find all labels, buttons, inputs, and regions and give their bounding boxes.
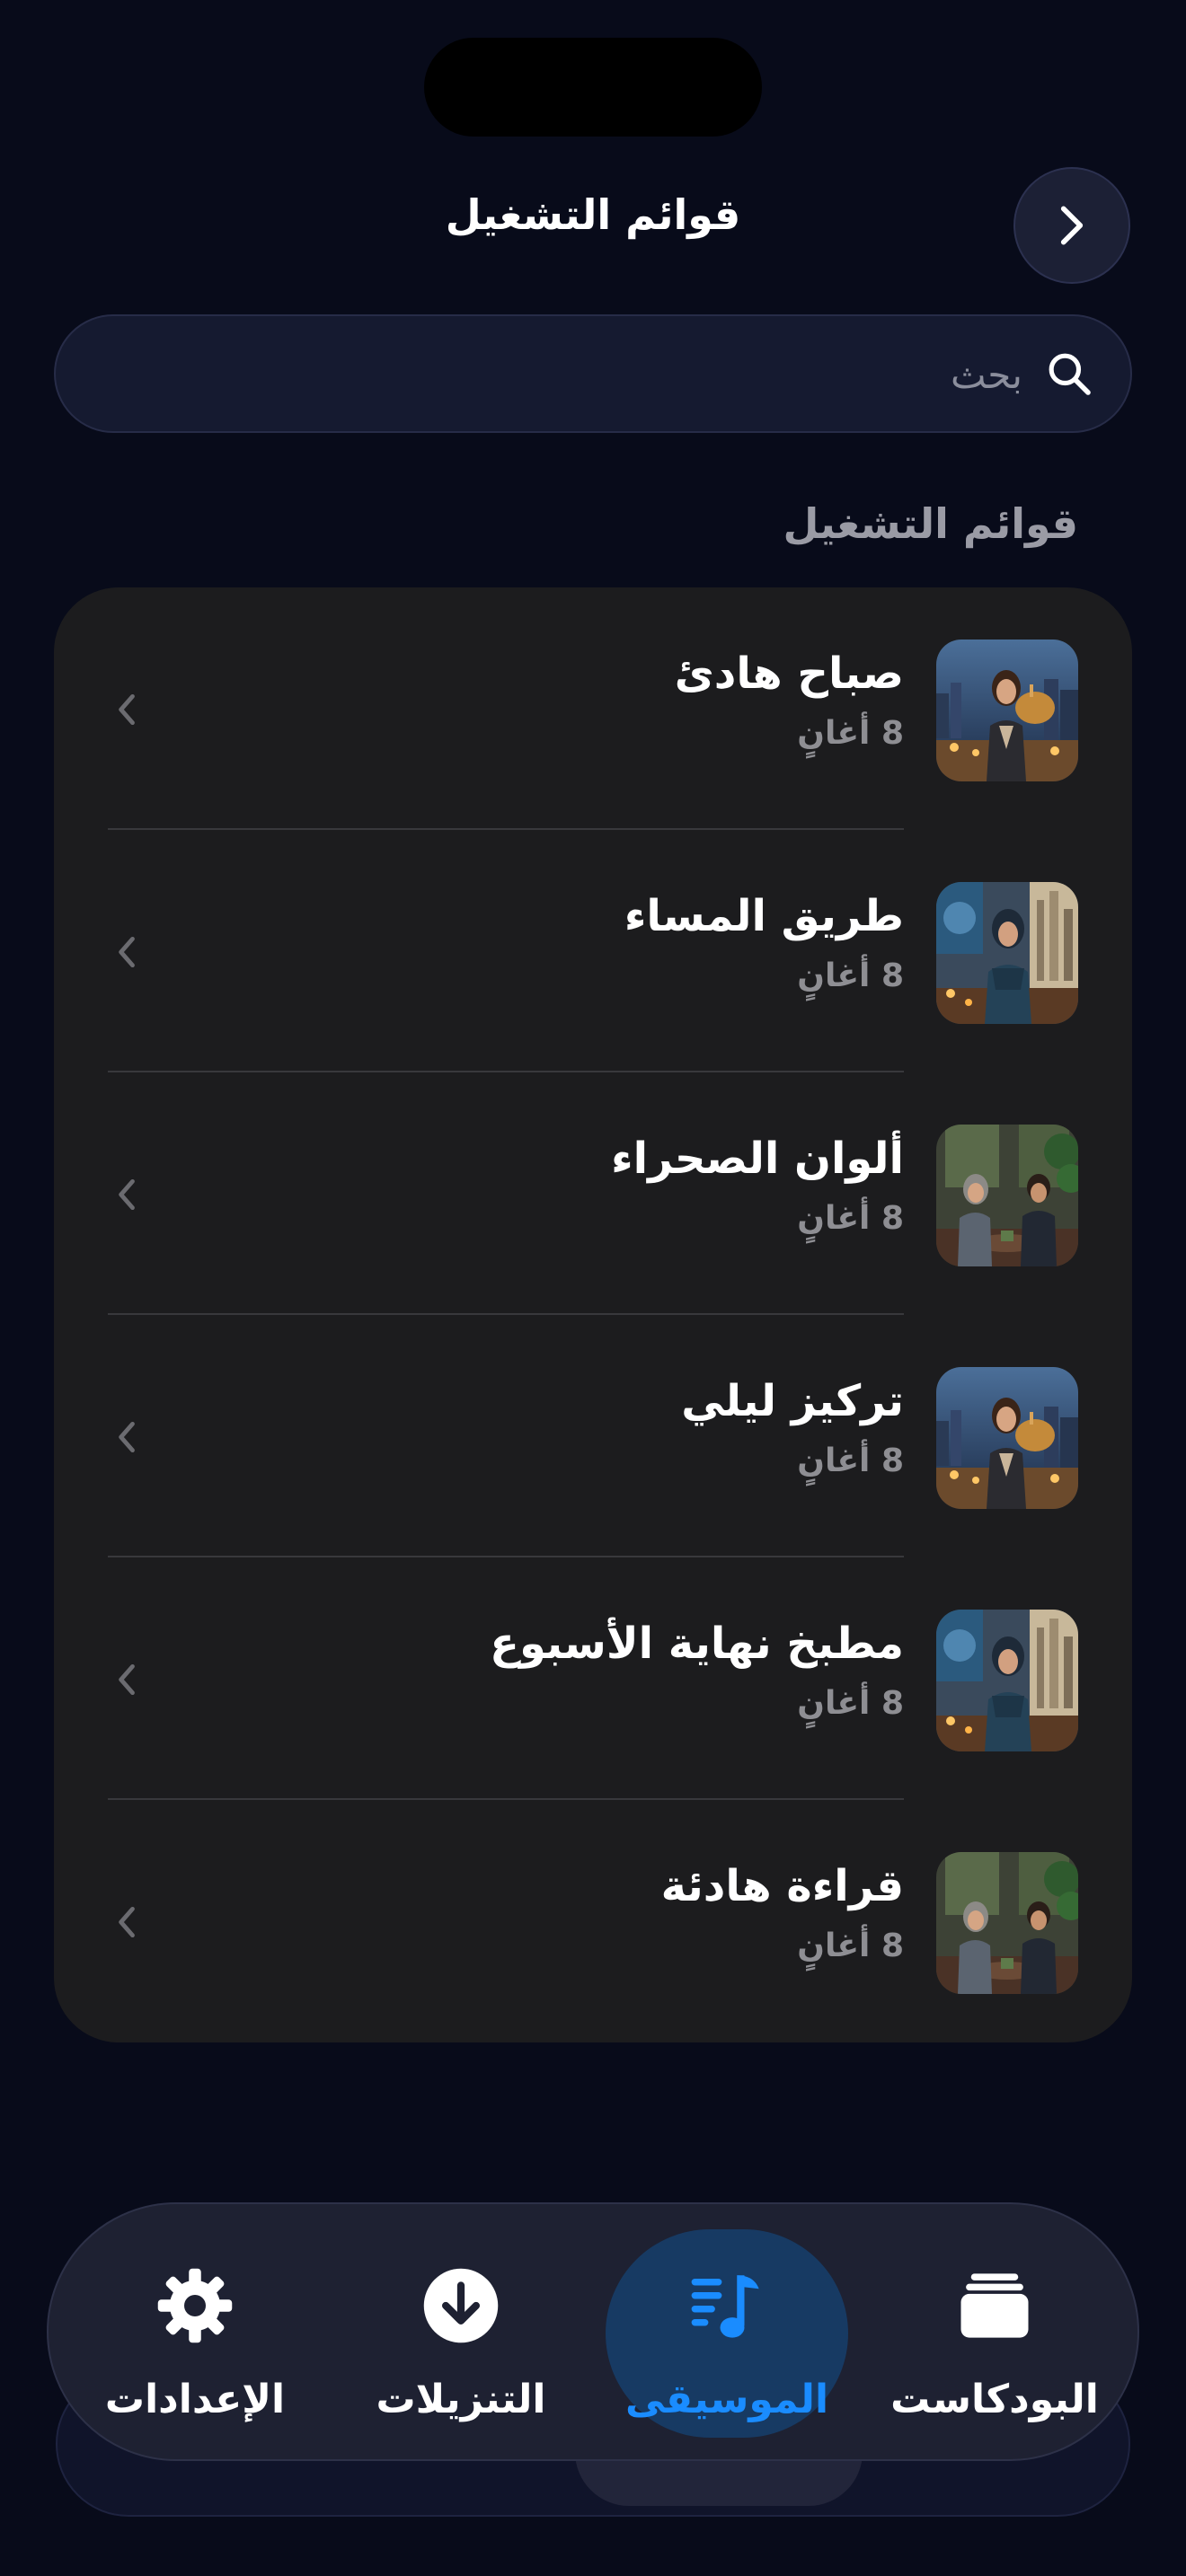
playlist-title: ألوان الصحراء: [611, 1134, 904, 1184]
tab-label: البودكاست: [890, 2377, 1099, 2422]
playlist-title: صباح هادئ: [674, 648, 904, 699]
playlist-song-count: 8 أغانٍ: [797, 1928, 904, 1964]
section-title: قوائم التشغيل: [783, 499, 1078, 548]
tab-podcasts[interactable]: البودكاست: [873, 2229, 1116, 2438]
playlist-artwork: [936, 1125, 1078, 1266]
artwork-woman-city-icon: [936, 640, 1078, 781]
back-button[interactable]: [1013, 167, 1130, 284]
playlist-title: قراءة هادئة: [660, 1861, 904, 1911]
chevron-left-icon: [119, 1421, 135, 1453]
tab-bar: البودكاست الموسيقى التنزيلات الإعدادات: [47, 2202, 1139, 2461]
chevron-left-icon: [119, 936, 135, 968]
chevron-right-icon: [1060, 206, 1084, 245]
search-icon: [1049, 353, 1091, 395]
tab-label: التنزيلات: [376, 2377, 546, 2422]
artwork-couple-cafe-icon: [936, 1125, 1078, 1266]
playlist-row[interactable]: مطبخ نهاية الأسبوع 8 أغانٍ: [54, 1557, 1132, 1800]
playlist-song-count: 8 أغانٍ: [797, 715, 904, 752]
playlist-title: طريق المساء: [624, 891, 904, 941]
playlist-title: تركيز ليلي: [681, 1376, 904, 1426]
playlist-artwork: [936, 882, 1078, 1024]
playlist-song-count: 8 أغانٍ: [797, 1442, 904, 1479]
playlist-artwork: [936, 1367, 1078, 1509]
artwork-woman-window-icon: [936, 882, 1078, 1024]
dynamic-island: [424, 38, 762, 137]
tab-downloads[interactable]: التنزيلات: [340, 2229, 582, 2438]
artwork-woman-window-icon: [936, 1610, 1078, 1751]
search-bar[interactable]: [54, 314, 1132, 433]
playlist-song-count: 8 أغانٍ: [797, 1685, 904, 1722]
playlist-row[interactable]: تركيز ليلي 8 أغانٍ: [54, 1315, 1132, 1557]
artwork-couple-cafe-icon: [936, 1852, 1078, 1994]
chevron-left-icon: [119, 693, 135, 726]
playlist-row[interactable]: صباح هادئ 8 أغانٍ: [54, 587, 1132, 830]
tab-music[interactable]: الموسيقى: [606, 2229, 848, 2438]
gear-icon: [157, 2268, 233, 2343]
playlist-song-count: 8 أغانٍ: [797, 957, 904, 994]
podcast-stack-icon: [960, 2273, 1029, 2338]
chevron-left-icon: [119, 1906, 135, 1938]
page-title: قوائم التشغيل: [445, 190, 741, 239]
tab-label: الإعدادات: [104, 2377, 286, 2422]
download-icon: [423, 2268, 499, 2343]
artwork-woman-city-icon: [936, 1367, 1078, 1509]
playlist-row[interactable]: قراءة هادئة 8 أغانٍ: [54, 1800, 1132, 2042]
playlist-artwork: [936, 1610, 1078, 1751]
tab-label: الموسيقى: [624, 2377, 829, 2422]
playlist-artwork: [936, 1852, 1078, 1994]
chevron-left-icon: [119, 1663, 135, 1696]
playlist-title: مطبخ نهاية الأسبوع: [490, 1619, 904, 1669]
playlist-row[interactable]: ألوان الصحراء 8 أغانٍ: [54, 1072, 1132, 1315]
chevron-left-icon: [119, 1178, 135, 1211]
music-list-icon: [691, 2275, 759, 2338]
playlist-row[interactable]: طريق المساء 8 أغانٍ: [54, 830, 1132, 1072]
playlist-artwork: [936, 640, 1078, 781]
playlist-song-count: 8 أغانٍ: [797, 1200, 904, 1237]
playlist-list: صباح هادئ 8 أغانٍ طريق المساء 8 أغانٍ أل…: [54, 587, 1132, 2042]
search-input[interactable]: [122, 316, 1024, 433]
tab-settings[interactable]: الإعدادات: [74, 2229, 316, 2438]
